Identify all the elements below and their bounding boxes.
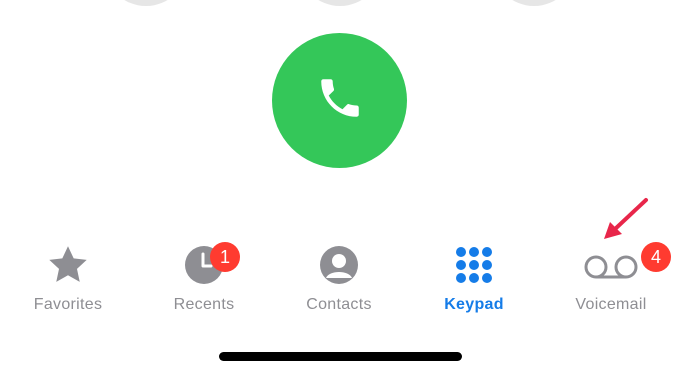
recents-badge: 1 bbox=[210, 242, 240, 272]
annotation-arrow-icon bbox=[604, 198, 648, 239]
call-button[interactable] bbox=[272, 33, 407, 168]
tab-recents[interactable]: 1 Recents bbox=[136, 242, 272, 324]
voicemail-badge: 4 bbox=[641, 242, 671, 272]
tab-contacts-label: Contacts bbox=[306, 296, 372, 313]
tab-contacts[interactable]: Contacts bbox=[271, 244, 407, 324]
phone-icon bbox=[315, 73, 365, 128]
tab-keypad[interactable]: Keypad bbox=[406, 244, 542, 324]
home-indicator bbox=[219, 352, 462, 361]
star-icon bbox=[46, 243, 90, 292]
tab-recents-label: Recents bbox=[173, 296, 235, 313]
keypad-key-partial-center[interactable] bbox=[298, 0, 382, 6]
tab-voicemail[interactable]: 4 Voicemail bbox=[543, 242, 679, 324]
person-circle-icon bbox=[319, 245, 359, 290]
keypad-grid-icon bbox=[454, 245, 494, 290]
tab-keypad-label: Keypad bbox=[444, 296, 504, 313]
tab-favorites-label: Favorites bbox=[33, 296, 103, 313]
tab-favorites[interactable]: Favorites bbox=[0, 244, 136, 324]
voicemail-icon bbox=[583, 254, 639, 285]
keypad-key-partial-left[interactable] bbox=[104, 0, 188, 6]
keypad-key-partial-right[interactable] bbox=[492, 0, 576, 6]
tab-voicemail-label: Voicemail bbox=[575, 296, 647, 313]
